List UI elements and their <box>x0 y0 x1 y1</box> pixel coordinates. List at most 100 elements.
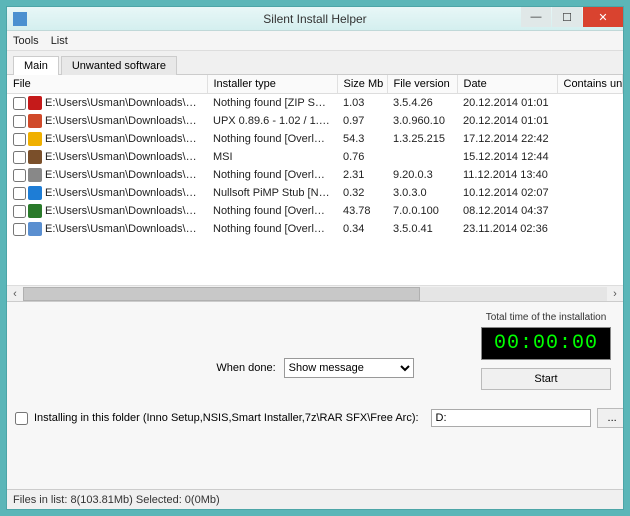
cell-version <box>387 148 457 166</box>
when-done-label: When done: <box>216 362 275 374</box>
col-size[interactable]: Size Mb <box>337 75 387 94</box>
cell-installer: Nothing found [ZIP SFX] * <box>207 94 337 113</box>
cell-date: 11.12.2014 13:40 <box>457 166 557 184</box>
timer-label: Total time of the installation <box>481 312 611 323</box>
cell-date: 20.12.2014 01:01 <box>457 94 557 113</box>
close-button[interactable]: ✕ <box>583 7 623 27</box>
horizontal-scrollbar[interactable]: ‹ › <box>7 285 623 301</box>
maximize-button[interactable]: ☐ <box>552 7 582 27</box>
file-table: File Installer type Size Mb File version… <box>7 75 623 238</box>
cell-version: 1.3.25.215 <box>387 130 457 148</box>
menu-list[interactable]: List <box>51 35 68 47</box>
install-folder-input[interactable] <box>431 409 591 427</box>
install-folder-checkbox[interactable] <box>15 412 28 425</box>
file-icon <box>28 114 42 128</box>
table-header-row: File Installer type Size Mb File version… <box>7 75 623 94</box>
table-row[interactable]: E:\Users\Usman\Downloads\Progra...Nothin… <box>7 94 623 113</box>
cell-date: 17.12.2014 22:42 <box>457 130 557 148</box>
table-row[interactable]: E:\Users\Usman\Downloads\Progra...Nullso… <box>7 184 623 202</box>
row-checkbox[interactable] <box>13 169 26 182</box>
cell-unwanted <box>557 112 623 130</box>
cell-installer: Nothing found [Overlay] * <box>207 220 337 238</box>
tab-main[interactable]: Main <box>13 56 59 75</box>
cell-version: 3.0.960.10 <box>387 112 457 130</box>
scroll-thumb[interactable] <box>23 287 420 301</box>
cell-date: 10.12.2014 02:07 <box>457 184 557 202</box>
row-checkbox[interactable] <box>13 97 26 110</box>
row-checkbox[interactable] <box>13 115 26 128</box>
cell-unwanted <box>557 166 623 184</box>
menu-tools[interactable]: Tools <box>13 35 39 47</box>
cell-installer: Nothing found [Overlay] * <box>207 166 337 184</box>
cell-version: 3.5.4.26 <box>387 94 457 113</box>
scroll-left-icon[interactable]: ‹ <box>7 287 23 301</box>
table-row[interactable]: E:\Users\Usman\Downloads\Progra...MSI0.7… <box>7 148 623 166</box>
scroll-track[interactable] <box>23 287 607 301</box>
file-icon <box>28 168 42 182</box>
row-checkbox[interactable] <box>13 133 26 146</box>
table-row[interactable]: E:\Users\Usman\Downloads\Progra...Nothin… <box>7 202 623 220</box>
start-button[interactable]: Start <box>481 368 611 390</box>
col-date[interactable]: Date <box>457 75 557 94</box>
row-checkbox[interactable] <box>13 187 26 200</box>
cell-version: 3.0.3.0 <box>387 184 457 202</box>
titlebar[interactable]: Silent Install Helper — ☐ ✕ <box>7 7 623 31</box>
file-icon <box>28 150 42 164</box>
cell-installer: UPX 0.89.6 - 1.02 / 1.05 -... <box>207 112 337 130</box>
app-window: Silent Install Helper — ☐ ✕ Tools List M… <box>6 6 624 510</box>
row-checkbox[interactable] <box>13 205 26 218</box>
cell-file: E:\Users\Usman\Downloads\Progra... <box>45 187 207 199</box>
cell-installer: Nothing found [Overlay] * <box>207 202 337 220</box>
cell-date: 15.12.2014 12:44 <box>457 148 557 166</box>
file-icon <box>28 222 42 236</box>
cell-file: E:\Users\Usman\Downloads\Progra... <box>45 133 207 145</box>
cell-version: 9.20.0.3 <box>387 166 457 184</box>
cell-unwanted <box>557 202 623 220</box>
row-checkbox[interactable] <box>13 151 26 164</box>
install-folder-label: Installing in this folder (Inno Setup,NS… <box>34 412 419 424</box>
table-row[interactable]: E:\Users\Usman\Downloads\Progra...Nothin… <box>7 220 623 238</box>
file-grid: File Installer type Size Mb File version… <box>7 75 623 285</box>
file-icon <box>28 132 42 146</box>
cell-unwanted <box>557 130 623 148</box>
scroll-right-icon[interactable]: › <box>607 287 623 301</box>
file-icon <box>28 186 42 200</box>
cell-size: 0.32 <box>337 184 387 202</box>
cell-installer: Nullsoft PiMP Stub [Null... <box>207 184 337 202</box>
browse-button[interactable]: ... <box>597 408 623 428</box>
table-row[interactable]: E:\Users\Usman\Downloads\Progra...Nothin… <box>7 166 623 184</box>
menubar: Tools List <box>7 31 623 51</box>
cell-installer: MSI <box>207 148 337 166</box>
content-area: File Installer type Size Mb File version… <box>7 75 623 489</box>
cell-file: E:\Users\Usman\Downloads\Progra... <box>45 223 207 235</box>
cell-file: E:\Users\Usman\Downloads\Progra... <box>45 151 207 163</box>
timer-box: Total time of the installation 00:00:00 … <box>481 312 611 390</box>
folder-row: Installing in this folder (Inno Setup,NS… <box>15 408 615 428</box>
cell-unwanted <box>557 184 623 202</box>
statusbar: Files in list: 8(103.81Mb) Selected: 0(0… <box>7 489 623 509</box>
file-icon <box>28 204 42 218</box>
table-row[interactable]: E:\Users\Usman\Downloads\Progra...UPX 0.… <box>7 112 623 130</box>
table-row[interactable]: E:\Users\Usman\Downloads\Progra...Nothin… <box>7 130 623 148</box>
cell-size: 2.31 <box>337 166 387 184</box>
col-unwanted[interactable]: Contains unwanted s <box>557 75 623 94</box>
cell-unwanted <box>557 94 623 113</box>
tab-unwanted[interactable]: Unwanted software <box>61 56 177 75</box>
cell-size: 1.03 <box>337 94 387 113</box>
cell-date: 08.12.2014 04:37 <box>457 202 557 220</box>
cell-installer: Nothing found [Overlay] * <box>207 130 337 148</box>
row-checkbox[interactable] <box>13 223 26 236</box>
col-version[interactable]: File version <box>387 75 457 94</box>
window-buttons: — ☐ ✕ <box>520 7 623 27</box>
file-icon <box>28 96 42 110</box>
cell-file: E:\Users\Usman\Downloads\Progra... <box>45 169 207 181</box>
cell-version: 7.0.0.100 <box>387 202 457 220</box>
tab-strip: Main Unwanted software <box>7 51 623 75</box>
cell-file: E:\Users\Usman\Downloads\Progra... <box>45 115 207 127</box>
minimize-button[interactable]: — <box>521 7 551 27</box>
col-installer[interactable]: Installer type <box>207 75 337 94</box>
when-done-select[interactable]: Show message <box>284 358 414 378</box>
cell-date: 23.11.2014 02:36 <box>457 220 557 238</box>
cell-unwanted <box>557 220 623 238</box>
col-file[interactable]: File <box>7 75 207 94</box>
